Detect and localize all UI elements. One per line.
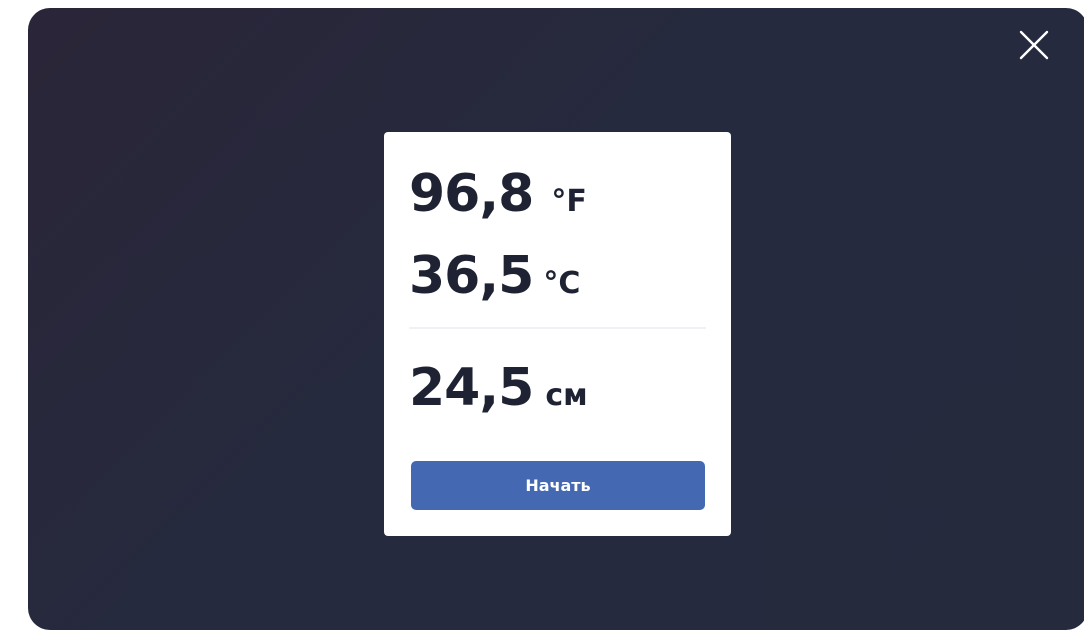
fahrenheit-value: 96,8 [409, 164, 534, 224]
length-value: 24,5 [409, 358, 534, 418]
divider [409, 327, 706, 329]
length-unit: см [545, 378, 588, 413]
length-reading: 24,5 см [409, 362, 588, 414]
measurement-card: 96,8 °F 36,5 °C 24,5 см Начать [384, 132, 731, 536]
fahrenheit-reading: 96,8 °F [409, 168, 587, 220]
fahrenheit-unit: °F [551, 184, 587, 219]
celsius-value: 36,5 [409, 246, 534, 306]
celsius-unit: °C [543, 266, 581, 301]
close-icon [1019, 30, 1049, 60]
celsius-reading: 36,5 °C [409, 250, 580, 302]
close-button[interactable] [1016, 27, 1052, 63]
start-button[interactable]: Начать [411, 461, 705, 510]
